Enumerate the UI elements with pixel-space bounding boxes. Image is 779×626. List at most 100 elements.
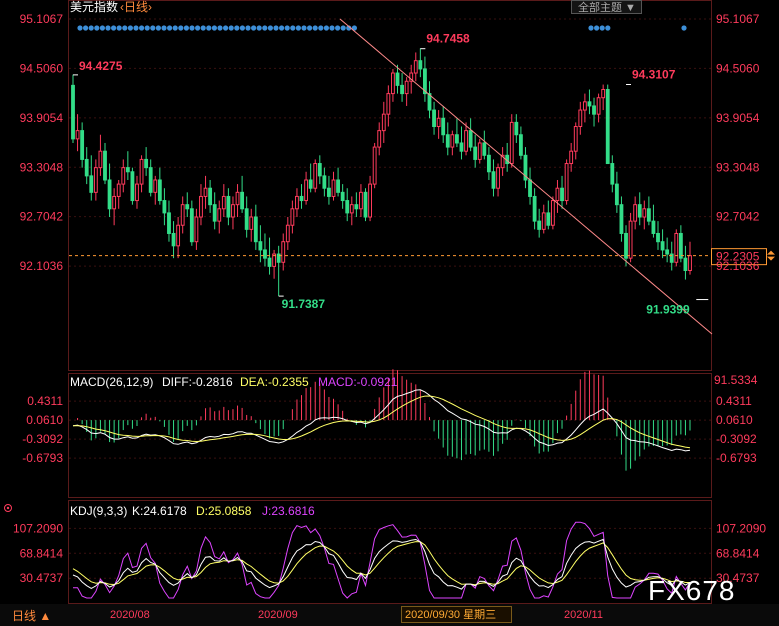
candle-body[interactable] bbox=[518, 134, 523, 156]
candle-body[interactable] bbox=[167, 212, 171, 234]
event-marker-dot[interactable] bbox=[105, 25, 111, 31]
event-marker-dot[interactable] bbox=[594, 25, 600, 31]
candle-body[interactable] bbox=[263, 249, 267, 259]
candle-body[interactable] bbox=[377, 130, 382, 148]
event-marker-dot[interactable] bbox=[329, 25, 335, 31]
candle-body[interactable] bbox=[445, 134, 450, 148]
chart-canvas[interactable]: 92.2305 94.4275 91.7387 94.7458 94.3107 91.9… bbox=[0, 0, 779, 626]
event-marker-dot[interactable] bbox=[150, 25, 156, 31]
candle-body[interactable] bbox=[555, 187, 560, 202]
candle-body[interactable] bbox=[199, 195, 203, 218]
candle-body[interactable] bbox=[208, 187, 213, 206]
candle-body[interactable] bbox=[340, 191, 345, 202]
candle-body[interactable] bbox=[400, 84, 404, 95]
candle-body[interactable] bbox=[185, 204, 190, 210]
candle-body[interactable] bbox=[441, 117, 446, 136]
candle-body[interactable] bbox=[226, 195, 231, 218]
candle-body[interactable] bbox=[587, 101, 592, 107]
theme-selector[interactable]: 全部主题 ▼ bbox=[578, 0, 636, 14]
candle-body[interactable] bbox=[665, 249, 670, 255]
candle-body[interactable] bbox=[331, 179, 336, 197]
candle-body[interactable] bbox=[660, 241, 665, 251]
event-marker-dot[interactable] bbox=[217, 25, 223, 31]
candle-body[interactable] bbox=[368, 183, 372, 218]
candle-body[interactable] bbox=[249, 216, 254, 230]
candle-body[interactable] bbox=[162, 200, 167, 214]
candle-body[interactable] bbox=[656, 232, 660, 243]
event-marker-dot[interactable] bbox=[94, 25, 100, 31]
candle-body[interactable] bbox=[569, 150, 574, 165]
candle-body[interactable] bbox=[391, 72, 395, 95]
candle-body[interactable] bbox=[285, 224, 290, 243]
candle-body[interactable] bbox=[139, 158, 144, 185]
candle-body[interactable] bbox=[418, 60, 423, 70]
candle-body[interactable] bbox=[313, 163, 318, 189]
candle-body[interactable] bbox=[436, 117, 441, 128]
candle-body[interactable] bbox=[125, 167, 130, 173]
candle-body[interactable] bbox=[171, 232, 176, 247]
event-marker-dot[interactable] bbox=[122, 25, 128, 31]
candle-body[interactable] bbox=[80, 130, 85, 160]
candle-body[interactable] bbox=[203, 187, 208, 197]
event-marker-dot[interactable] bbox=[223, 25, 229, 31]
event-marker-dot[interactable] bbox=[195, 25, 201, 31]
event-marker-dot[interactable] bbox=[161, 25, 167, 31]
event-marker-dot[interactable] bbox=[133, 25, 139, 31]
event-marker-dot[interactable] bbox=[273, 25, 279, 31]
event-marker-dot[interactable] bbox=[588, 25, 594, 31]
candle-body[interactable] bbox=[212, 204, 217, 222]
event-marker-dot[interactable] bbox=[312, 25, 318, 31]
candle-body[interactable] bbox=[454, 134, 459, 144]
candle-body[interactable] bbox=[491, 171, 496, 189]
event-marker-dot[interactable] bbox=[284, 25, 290, 31]
event-marker-dot[interactable] bbox=[228, 25, 234, 31]
event-marker-dot[interactable] bbox=[290, 25, 296, 31]
candle-body[interactable] bbox=[103, 150, 107, 181]
event-marker-dot[interactable] bbox=[295, 25, 301, 31]
candle-body[interactable] bbox=[112, 195, 117, 210]
candle-body[interactable] bbox=[482, 142, 487, 156]
candle-body[interactable] bbox=[477, 142, 482, 160]
event-marker-dot[interactable] bbox=[318, 25, 324, 31]
candle-body[interactable] bbox=[349, 204, 354, 214]
candle-body[interactable] bbox=[459, 142, 464, 152]
period-button[interactable]: 日线 ▲ bbox=[12, 609, 51, 623]
event-marker-dot[interactable] bbox=[155, 25, 161, 31]
candle-body[interactable] bbox=[281, 241, 286, 263]
trendline-segment[interactable] bbox=[339, 18, 713, 335]
candle-body[interactable] bbox=[258, 241, 263, 251]
candle-body[interactable] bbox=[564, 163, 569, 202]
candle-body[interactable] bbox=[221, 195, 226, 210]
candle-body[interactable] bbox=[107, 179, 112, 210]
event-marker-dot[interactable] bbox=[267, 25, 273, 31]
event-marker-dot[interactable] bbox=[206, 25, 212, 31]
candle-body[interactable] bbox=[573, 126, 578, 152]
event-marker-dot[interactable] bbox=[178, 25, 184, 31]
candle-body[interactable] bbox=[327, 187, 331, 197]
candle-body[interactable] bbox=[614, 183, 619, 206]
candle-body[interactable] bbox=[93, 167, 98, 193]
event-marker-dot[interactable] bbox=[340, 25, 346, 31]
candle-body[interactable] bbox=[473, 146, 478, 160]
event-marker-dot[interactable] bbox=[111, 25, 117, 31]
event-marker-dot[interactable] bbox=[127, 25, 133, 31]
candle-body[interactable] bbox=[450, 134, 455, 148]
candle-body[interactable] bbox=[624, 232, 628, 259]
event-marker-dot[interactable] bbox=[139, 25, 145, 31]
candle-body[interactable] bbox=[532, 195, 537, 222]
candle-body[interactable] bbox=[528, 179, 532, 197]
candle-body[interactable] bbox=[157, 179, 162, 202]
candle-body[interactable] bbox=[605, 88, 610, 165]
candle-body[interactable] bbox=[240, 191, 245, 210]
event-marker-dot[interactable] bbox=[335, 25, 341, 31]
event-marker-dot[interactable] bbox=[605, 25, 611, 31]
event-marker-dot[interactable] bbox=[599, 25, 605, 31]
event-marker-dot[interactable] bbox=[183, 25, 189, 31]
candle-body[interactable] bbox=[486, 154, 491, 173]
trendline[interactable] bbox=[339, 18, 713, 335]
event-marker-dot[interactable] bbox=[116, 25, 122, 31]
candle-body[interactable] bbox=[509, 121, 514, 165]
candle-body[interactable] bbox=[619, 204, 624, 234]
event-marker-dot[interactable] bbox=[88, 25, 94, 31]
candle-body[interactable] bbox=[642, 208, 647, 218]
